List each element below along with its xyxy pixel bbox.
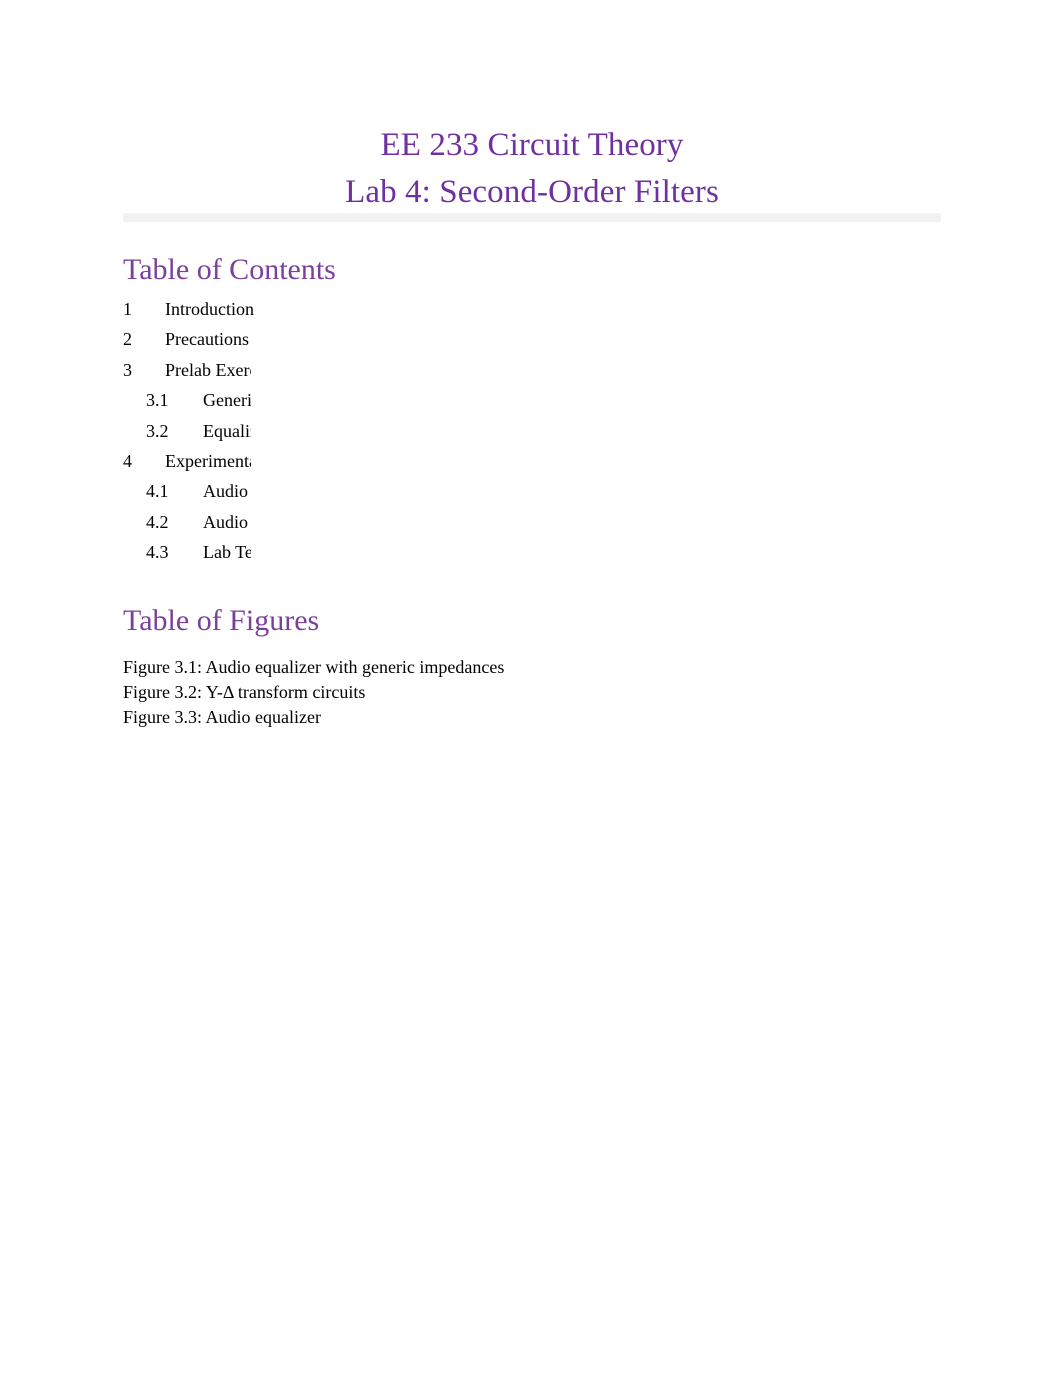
toc-entry-number: 3.1 xyxy=(146,390,169,411)
table-of-figures-heading: Table of Figures xyxy=(123,604,320,637)
figure-entry-page-number: 4 xyxy=(322,705,1062,1377)
figure-entry-label: Figure 3.1: Audio equalizer with generic… xyxy=(123,657,505,677)
figure-entry-label: Figure 3.3: Audio equalizer xyxy=(123,707,321,727)
document-title-line-1: EE 233 Circuit Theory xyxy=(380,127,684,163)
toc-entry-number: 4.1 xyxy=(146,481,169,502)
toc-entry[interactable]: 4.1Audio Equalizer Filters..............… xyxy=(123,476,1062,1377)
toc-entry-number: 4.2 xyxy=(146,511,169,532)
toc-entry[interactable]: 4.3Lab Test Preparation.................… xyxy=(123,537,1062,1377)
title-divider-rule xyxy=(123,213,941,222)
toc-entry-label: Precautions xyxy=(165,329,249,350)
document-title-block: EE 233 Circuit Theory Lab 4: Second-Orde… xyxy=(123,122,941,216)
toc-entry[interactable]: 3.2Equalizer Filter for Audio Mixer.....… xyxy=(123,415,1062,1377)
table-of-figures-list: Figure 3.1: Audio equalizer with generic… xyxy=(123,655,1062,1377)
table-of-contents-list: 1Introduction...........................… xyxy=(123,294,1062,1377)
toc-entry[interactable]: 1Introduction...........................… xyxy=(123,294,1062,1377)
figure-entry-label: Figure 3.2: Y-Δ transform circuits xyxy=(123,682,366,702)
figure-entry[interactable]: Figure 3.2: Y-Δ transform circuits......… xyxy=(123,680,1062,1377)
toc-entry[interactable]: 2Precautions............................… xyxy=(123,324,1062,1377)
document-page: EE 233 Circuit Theory Lab 4: Second-Orde… xyxy=(0,0,1062,1377)
figure-entry[interactable]: Figure 3.1: Audio equalizer with generic… xyxy=(123,655,1062,1377)
toc-entry[interactable]: 4.2Audio Mixer..........................… xyxy=(123,506,1062,1377)
table-of-contents-heading: Table of Contents xyxy=(123,253,336,286)
toc-entry[interactable]: 3Prelab Exercises.......................… xyxy=(123,354,1062,1377)
toc-entry-number: 4.3 xyxy=(146,542,169,563)
toc-entry-number: 3.2 xyxy=(146,420,169,441)
toc-entry-number: 3 xyxy=(123,359,132,380)
toc-entry[interactable]: 4Experimental Procedure and Data Analysi… xyxy=(123,445,1062,1377)
toc-entry-number: 1 xyxy=(123,299,132,319)
figure-entry[interactable]: Figure 3.3: Audio equalizer.............… xyxy=(123,705,1062,1377)
toc-entry-number: 4 xyxy=(123,450,132,471)
toc-entry[interactable]: 3.1Generic Equalizer Filter.............… xyxy=(123,385,1062,1377)
toc-entry-number: 2 xyxy=(123,329,132,350)
toc-entry-label: Introduction xyxy=(165,299,254,319)
document-title-line-2: Lab 4: Second-Order Filters xyxy=(345,174,719,210)
